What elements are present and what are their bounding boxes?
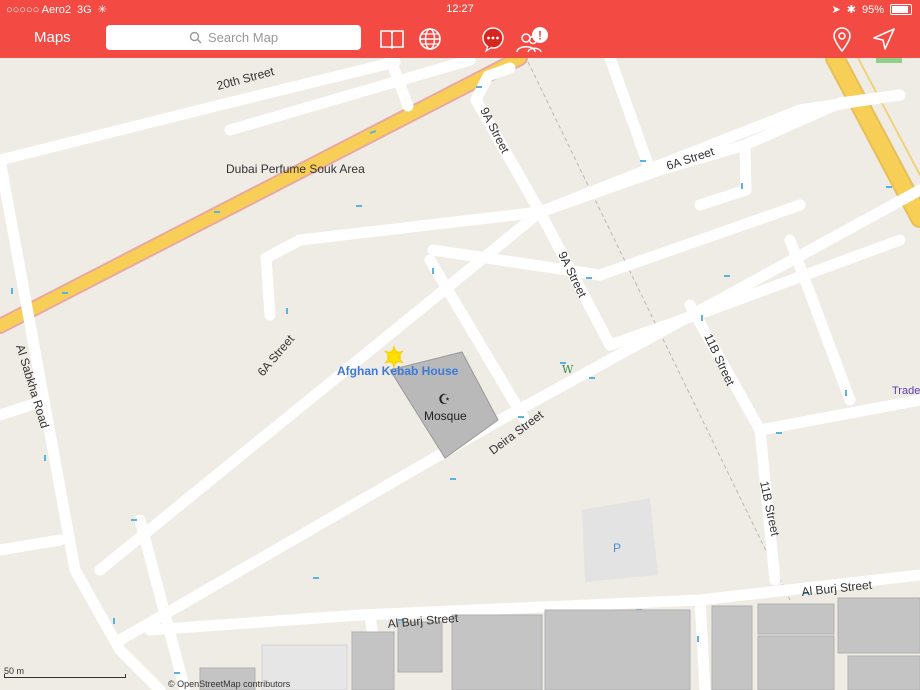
battery-percent: 95% xyxy=(861,3,884,16)
messages-icon[interactable] xyxy=(479,25,507,53)
trade-label[interactable]: Trade xyxy=(892,385,920,397)
maps-title[interactable]: Maps xyxy=(34,29,71,46)
bookmarks-icon[interactable] xyxy=(378,25,406,53)
users-alert-icon[interactable]: ! xyxy=(514,25,550,53)
mosque-icon: ☪ xyxy=(438,392,451,408)
attribution[interactable]: © OpenStreetMap contributors xyxy=(168,679,290,689)
search-placeholder: Search Map xyxy=(207,30,279,45)
parking-area xyxy=(582,498,658,582)
search-input[interactable]: Search Map xyxy=(106,25,361,50)
scale-bar: 50 m xyxy=(4,666,126,678)
status-bar: ○○○○○ Aero2 3G ✳ 12:27 ➤ ✱ 95% xyxy=(0,0,920,18)
globe-icon[interactable] xyxy=(416,25,444,53)
map-pin-icon[interactable] xyxy=(828,25,856,53)
current-location-icon[interactable] xyxy=(870,25,898,53)
bluetooth-icon: ✱ xyxy=(846,4,856,16)
clock: 12:27 xyxy=(446,3,474,15)
battery-icon xyxy=(890,4,912,15)
area-label: Dubai Perfume Souk Area xyxy=(226,162,365,176)
poi-afghan-kebab-house[interactable]: Afghan Kebab House xyxy=(337,364,459,378)
svg-text:!: ! xyxy=(538,29,542,43)
search-icon xyxy=(189,31,202,44)
w-marker: W xyxy=(562,363,574,376)
parking-marker[interactable]: P xyxy=(613,541,621,555)
mosque-label: Mosque xyxy=(424,409,467,423)
map-canvas[interactable]: P 20th Street 9A Street 6A Street 9A Str… xyxy=(0,58,920,690)
nav-bar: Maps Search Map ! xyxy=(0,18,920,58)
location-arrow-icon: ➤ xyxy=(831,4,841,16)
